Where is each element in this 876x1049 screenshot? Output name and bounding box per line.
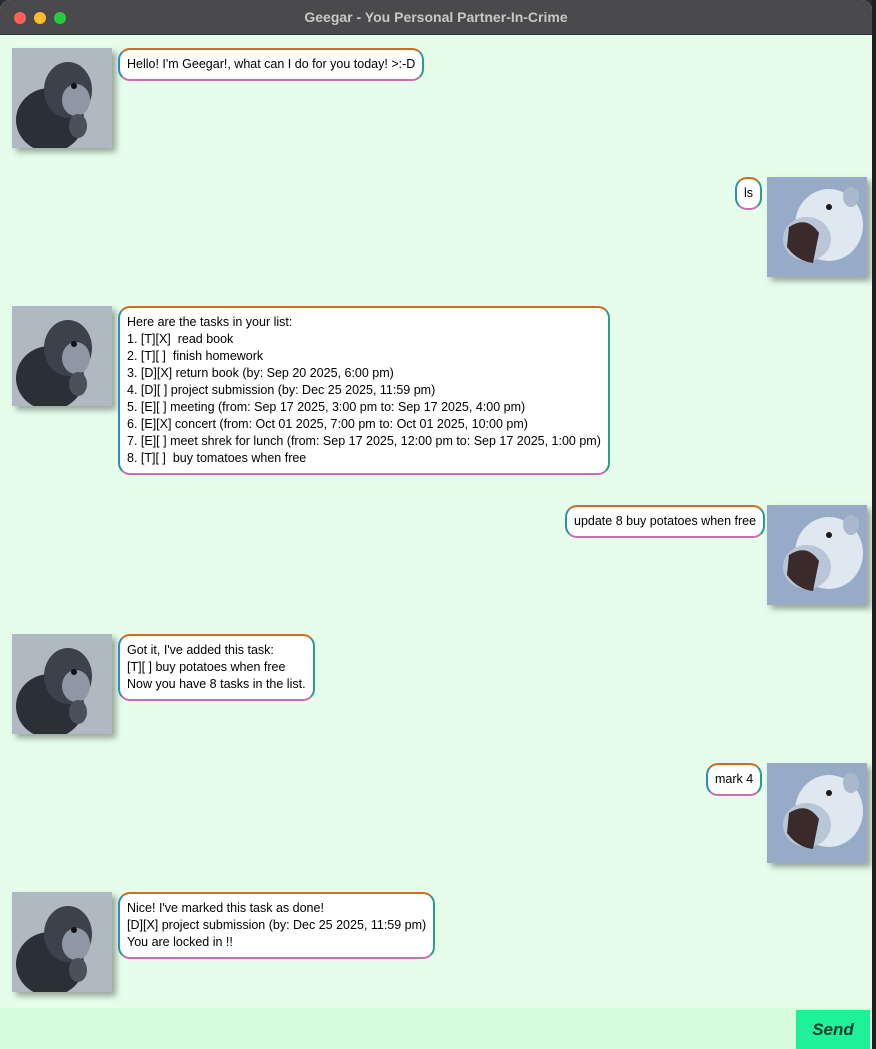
message-input[interactable] xyxy=(8,1012,806,1046)
bot-message-bubble: Got it, I've added this task: [T][ ] buy… xyxy=(118,634,315,701)
background-window-edge xyxy=(872,0,876,1049)
roaring-lion-avatar-icon xyxy=(767,763,867,863)
chimpanzee-avatar-icon xyxy=(12,892,112,992)
message-line: Nice! I've marked this task as done! xyxy=(127,901,324,915)
chimpanzee-avatar-icon xyxy=(12,48,112,148)
bot-message-bubble: Nice! I've marked this task as done! [D]… xyxy=(118,892,436,959)
chat-scroll-pane[interactable]: Hello! I'm Geegar!, what can I do for yo… xyxy=(0,34,872,1008)
user-message-bubble: update 8 buy potatoes when free xyxy=(565,505,766,538)
bot-message-bubble: Hello! I'm Geegar!, what can I do for yo… xyxy=(118,48,425,81)
message-line: 5. [E][ ] meeting (from: Sep 17 2025, 3:… xyxy=(127,400,526,414)
message-line: 8. [T][ ] buy tomatoes when free xyxy=(127,451,307,465)
message-line: 2. [T][ ] finish homework xyxy=(127,349,264,363)
title-bar: Geegar - You Personal Partner-In-Crime xyxy=(0,0,872,35)
message-line: 3. [D][X] return book (by: Sep 20 2025, … xyxy=(127,366,394,380)
user-message-bubble: mark 4 xyxy=(706,763,763,796)
chimpanzee-avatar-icon xyxy=(12,634,112,734)
message-line: Now you have 8 tasks in the list. xyxy=(127,677,306,691)
bot-message-bubble: Here are the tasks in your list: 1. [T][… xyxy=(118,306,610,475)
message-line: 7. [E][ ] meet shrek for lunch (from: Se… xyxy=(127,434,601,448)
message-line: [T][ ] buy potatoes when free xyxy=(127,660,286,674)
user-message-bubble: ls xyxy=(735,177,763,210)
message-line: You are locked in !! xyxy=(127,935,233,949)
message-line: Got it, I've added this task: xyxy=(127,643,274,657)
send-button[interactable]: Send xyxy=(796,1010,870,1049)
window-title: Geegar - You Personal Partner-In-Crime xyxy=(304,9,568,25)
message-line: 4. [D][ ] project submission (by: Dec 25… xyxy=(127,383,436,397)
message-line: ls xyxy=(744,186,754,200)
message-line: [D][X] project submission (by: Dec 25 20… xyxy=(127,918,427,932)
message-line: 6. [E][X] concert (from: Oct 01 2025, 7:… xyxy=(127,417,528,431)
message-line: 1. [T][X] read book xyxy=(127,332,234,346)
message-line: update 8 buy potatoes when free xyxy=(574,514,757,528)
chimpanzee-avatar-icon xyxy=(12,306,112,406)
app-window: Geegar - You Personal Partner-In-Crime H… xyxy=(0,0,872,1049)
message-line: Hello! I'm Geegar!, what can I do for yo… xyxy=(127,57,416,71)
roaring-lion-avatar-icon xyxy=(767,177,867,277)
roaring-lion-avatar-icon xyxy=(767,505,867,605)
message-line: Here are the tasks in your list: xyxy=(127,315,293,329)
message-line: mark 4 xyxy=(715,772,754,786)
